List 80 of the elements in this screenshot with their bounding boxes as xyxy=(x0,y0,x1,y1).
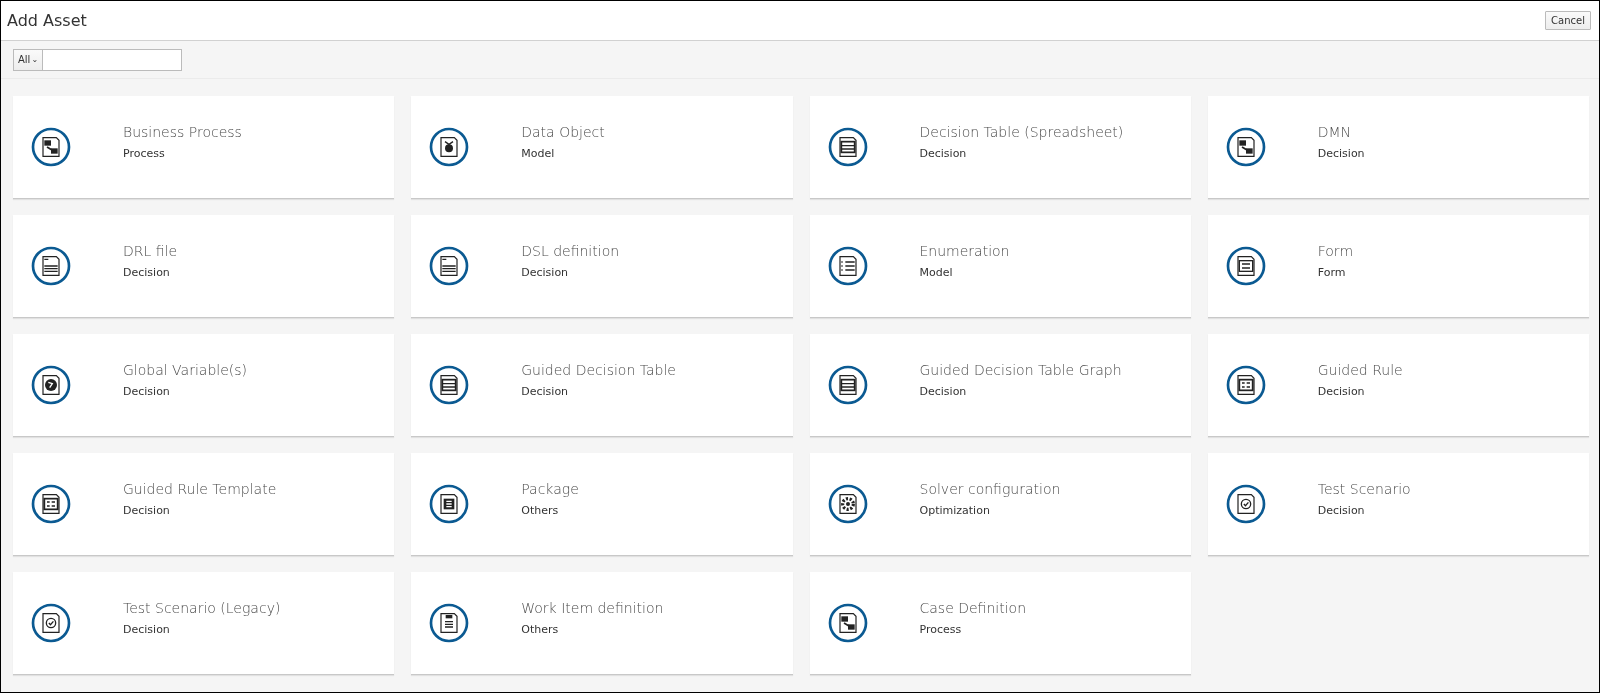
asset-category: Decision xyxy=(919,385,968,398)
asset-category: Others xyxy=(521,623,560,636)
document-icon xyxy=(429,246,470,286)
asset-category: Decision xyxy=(123,623,171,636)
asset-category: Decision xyxy=(1317,504,1366,517)
window-title: Add Asset xyxy=(7,11,87,30)
asset-category: Decision xyxy=(123,385,171,398)
asset-title: Work Item definition xyxy=(521,600,664,616)
asset-card[interactable]: DRL file Decision xyxy=(13,215,395,318)
asset-title: Guided Rule Template xyxy=(123,481,277,497)
document-icon xyxy=(31,603,71,643)
document-icon xyxy=(31,365,71,405)
asset-title: Guided Decision Table xyxy=(521,362,676,378)
document-icon xyxy=(429,603,470,643)
document-icon xyxy=(31,127,71,167)
cancel-button[interactable]: Cancel xyxy=(1545,11,1591,30)
asset-card[interactable]: Test Scenario (Legacy) Decision xyxy=(13,572,395,675)
asset-card[interactable]: Form Form xyxy=(1207,215,1589,318)
document-icon xyxy=(827,365,868,405)
asset-title: Guided Rule xyxy=(1317,362,1403,378)
asset-category: Form xyxy=(1317,266,1347,279)
asset-title: Test Scenario xyxy=(1317,481,1411,497)
asset-card[interactable]: Guided Decision Table Graph Decision xyxy=(809,334,1191,437)
asset-title: Data Object xyxy=(521,124,605,140)
document-icon xyxy=(827,246,868,286)
asset-title: DMN xyxy=(1317,124,1353,140)
asset-title: Solver configuration xyxy=(919,481,1061,497)
asset-card[interactable]: Guided Decision Table Decision xyxy=(411,334,793,437)
asset-title: Test Scenario (Legacy) xyxy=(123,600,281,616)
asset-card[interactable]: Case Definition Process xyxy=(809,572,1191,675)
document-icon xyxy=(429,484,470,524)
asset-card[interactable]: Enumeration Model xyxy=(809,215,1191,318)
asset-category: Others xyxy=(521,504,560,517)
document-icon xyxy=(1225,246,1266,286)
asset-category: Decision xyxy=(919,147,968,160)
asset-card[interactable]: Package Others xyxy=(411,453,793,556)
asset-card[interactable]: Work Item definition Others xyxy=(411,572,793,675)
asset-card[interactable]: Data Object Model xyxy=(411,96,793,199)
asset-title: Form xyxy=(1317,243,1354,259)
document-icon xyxy=(31,246,71,286)
asset-title: DRL file xyxy=(123,243,178,259)
asset-title: Decision Table (Spreadsheet) xyxy=(919,124,1124,140)
asset-category: Decision xyxy=(521,266,570,279)
asset-card[interactable]: Guided Rule Decision xyxy=(1207,334,1589,437)
document-icon xyxy=(827,484,868,524)
document-icon xyxy=(1225,127,1266,167)
asset-category: Process xyxy=(123,147,166,160)
asset-card[interactable]: Guided Rule Template Decision xyxy=(13,453,395,556)
asset-title: Enumeration xyxy=(919,243,1010,259)
search-field[interactable] xyxy=(43,48,183,71)
asset-card[interactable]: Business Process Process xyxy=(13,96,395,199)
asset-title: Case Definition xyxy=(919,600,1026,616)
asset-card[interactable]: DSL definition Decision xyxy=(411,215,793,318)
asset-title: Package xyxy=(521,481,579,497)
asset-title: Guided Decision Table Graph xyxy=(919,362,1122,378)
asset-category: Decision xyxy=(1317,147,1365,160)
document-icon xyxy=(827,127,868,167)
asset-category: Model xyxy=(521,147,556,160)
document-icon xyxy=(31,484,71,524)
asset-title: Business Process xyxy=(123,124,242,140)
asset-category: Decision xyxy=(1317,385,1366,398)
asset-title: Global Variable(s) xyxy=(123,362,247,378)
document-icon xyxy=(429,127,470,167)
asset-category: Model xyxy=(919,266,954,279)
document-icon xyxy=(827,603,868,643)
asset-card[interactable]: Decision Table (Spreadsheet) Decision xyxy=(809,96,1191,199)
asset-title: DSL definition xyxy=(521,243,620,259)
asset-card[interactable]: Global Variable(s) Decision xyxy=(13,334,395,437)
asset-category: Decision xyxy=(521,385,570,398)
asset-category: Optimization xyxy=(919,504,991,517)
asset-category: Decision xyxy=(123,266,171,279)
asset-category: Process xyxy=(919,623,963,636)
document-icon xyxy=(429,365,470,405)
asset-category: Decision xyxy=(123,504,171,517)
document-icon xyxy=(1225,484,1266,524)
asset-card[interactable]: DMN Decision xyxy=(1207,96,1589,199)
asset-card[interactable]: Test Scenario Decision xyxy=(1207,453,1589,556)
document-icon xyxy=(1225,365,1266,405)
type-dropdown[interactable]: All⌄ xyxy=(13,48,44,71)
asset-card[interactable]: Solver configuration Optimization xyxy=(809,453,1191,556)
